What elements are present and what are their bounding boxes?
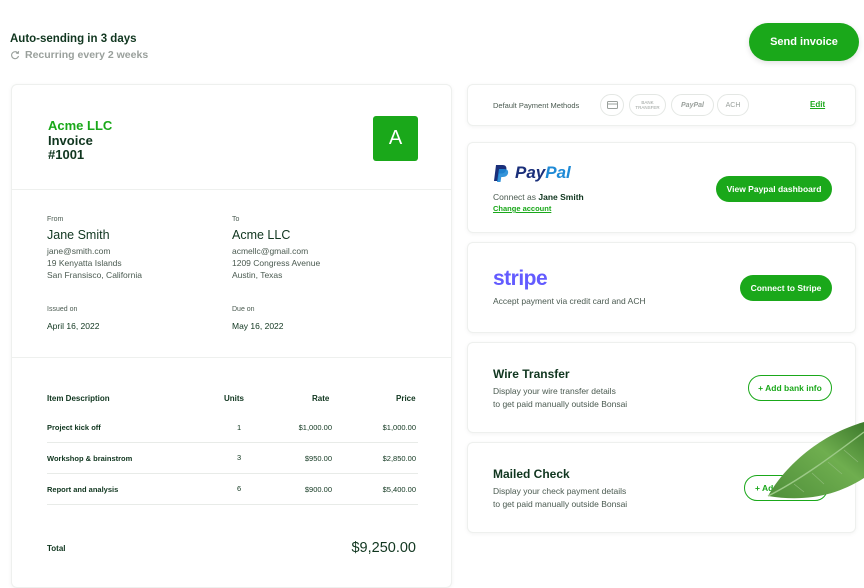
table-row-units: 1 xyxy=(237,423,242,432)
payment-methods-label: Default Payment Methods xyxy=(493,101,580,110)
to-address1: 1209 Congress Avenue xyxy=(232,258,321,268)
issued-label: Issued on xyxy=(47,306,78,313)
send-invoice-button[interactable]: Send invoice xyxy=(749,23,859,61)
auto-sending-title: Auto-sending in 3 days xyxy=(10,33,137,45)
wire-transfer-desc-line2: to get paid manually outside Bonsai xyxy=(493,399,628,409)
due-label: Due on xyxy=(232,306,255,313)
invoice-number: #1001 xyxy=(48,147,85,162)
from-address2: San Fransisco, California xyxy=(47,270,142,280)
mailed-check-desc-line1: Display your check payment details xyxy=(493,486,627,496)
card-icon xyxy=(600,94,624,116)
table-row-rate: $1,000.00 xyxy=(298,423,332,432)
table-row-price: $5,400.00 xyxy=(382,485,416,494)
paypal-card: PayPal Connect as Jane Smith Change acco… xyxy=(467,142,856,233)
total-value: $9,250.00 xyxy=(351,540,416,556)
row-divider xyxy=(47,442,418,443)
stripe-description: Accept payment via credit card and ACH xyxy=(493,296,646,306)
recurring-text: Recurring every 2 weeks xyxy=(25,49,149,61)
table-row-units: 6 xyxy=(237,484,242,493)
col-header-rate: Rate xyxy=(312,394,330,403)
paypal-connect-text: Connect as Jane Smith xyxy=(493,192,584,202)
invoice-label: Invoice xyxy=(48,133,93,148)
company-logo: A xyxy=(373,116,418,161)
connect-prefix: Connect as xyxy=(493,192,539,202)
from-label: From xyxy=(47,216,64,223)
row-divider xyxy=(47,473,418,474)
paypal-p-icon xyxy=(494,164,509,182)
stripe-card: stripe Accept payment via credit card an… xyxy=(467,242,856,333)
table-row-units: 3 xyxy=(237,453,242,462)
paypal-brand-a: Pay xyxy=(515,163,546,182)
leaf-decoration xyxy=(767,422,864,499)
invoice-card: Acme LLC Invoice #1001 A From Jane Smith… xyxy=(11,84,452,588)
mailed-check-desc-line2: to get paid manually outside Bonsai xyxy=(493,499,628,509)
table-row-price: $2,850.00 xyxy=(382,454,416,463)
to-address2: Austin, Texas xyxy=(232,270,283,280)
row-divider xyxy=(47,504,418,505)
stripe-logo: stripe xyxy=(493,267,548,290)
change-account-link[interactable]: Change account xyxy=(493,204,551,213)
meta-divider xyxy=(12,357,451,358)
due-date: May 16, 2022 xyxy=(232,321,284,331)
table-row-rate: $900.00 xyxy=(304,485,332,494)
recurring-icon xyxy=(11,51,20,60)
col-header-description: Item Description xyxy=(47,394,110,403)
edit-payment-methods-link[interactable]: Edit xyxy=(810,100,825,109)
invoice-company: Acme LLC xyxy=(48,118,113,133)
issued-date: April 16, 2022 xyxy=(47,321,100,331)
table-row-description: Project kick off xyxy=(47,423,101,432)
header-divider xyxy=(12,189,451,190)
table-row-description: Workshop & brainstrom xyxy=(47,454,133,463)
from-email: jane@smith.com xyxy=(47,246,111,256)
table-row-description: Report and analysis xyxy=(47,485,119,494)
paypal-brand-b: Pal xyxy=(545,163,571,182)
paypal-logo: PayPal xyxy=(493,163,571,183)
to-email: acmellc@gmail.com xyxy=(232,246,309,256)
payment-methods-card: Default Payment Methods BANK TRANSFER Pa… xyxy=(467,84,856,126)
col-header-price: Price xyxy=(396,394,416,403)
table-row-rate: $950.00 xyxy=(304,454,332,463)
mailed-check-title: Mailed Check xyxy=(493,467,570,481)
col-header-units: Units xyxy=(224,394,244,403)
total-label: Total xyxy=(47,544,66,553)
wire-transfer-desc-line1: Display your wire transfer details xyxy=(493,386,616,396)
recurring-subtitle: Recurring every 2 weeks xyxy=(10,49,148,61)
connect-name: Jane Smith xyxy=(538,192,584,202)
connect-to-stripe-button[interactable]: Connect to Stripe xyxy=(740,275,832,301)
wire-transfer-title: Wire Transfer xyxy=(493,367,570,381)
bank-transfer-chip: BANK TRANSFER xyxy=(629,94,666,116)
to-name: Acme LLC xyxy=(232,228,291,242)
ach-chip: ACH xyxy=(717,94,749,116)
from-name: Jane Smith xyxy=(47,228,110,242)
from-address1: 19 Kenyatta Islands xyxy=(47,258,122,268)
to-label: To xyxy=(232,216,240,223)
view-paypal-dashboard-button[interactable]: View Paypal dashboard xyxy=(716,176,832,202)
table-row-price: $1,000.00 xyxy=(382,423,416,432)
paypal-chip: PayPal xyxy=(671,94,714,116)
add-bank-info-button[interactable]: + Add bank info xyxy=(748,375,832,401)
